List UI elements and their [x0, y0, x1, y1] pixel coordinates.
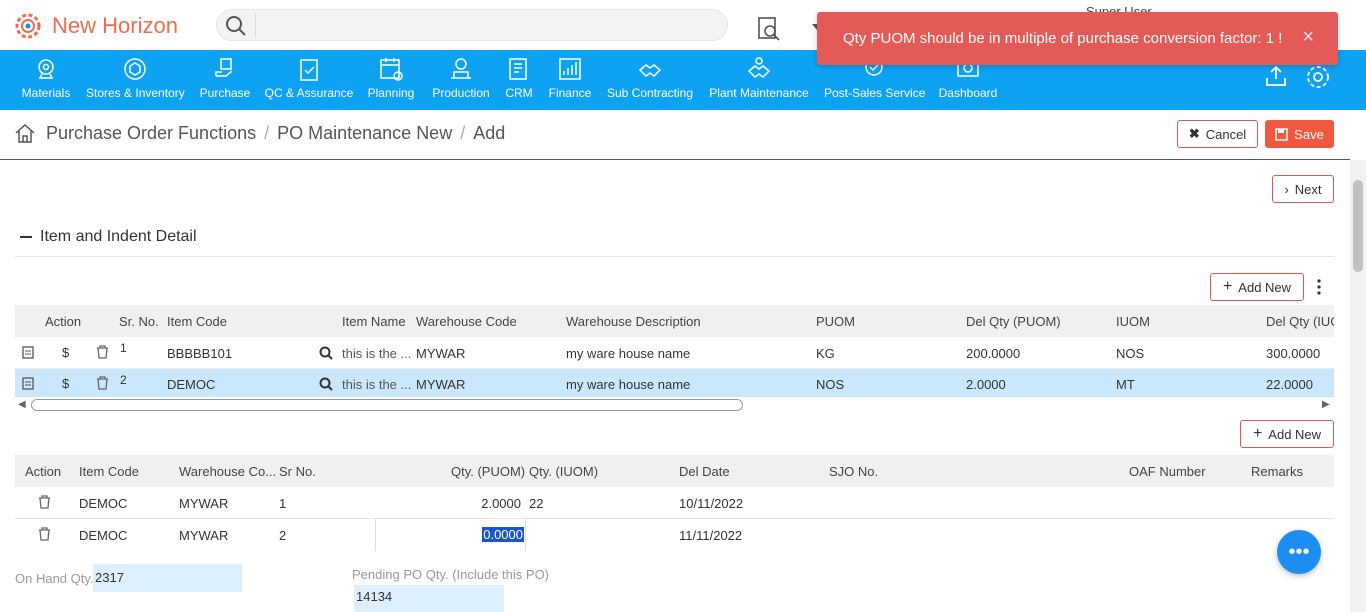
error-toast: Qty PUOM should be in multiple of purcha…	[817, 12, 1338, 65]
item-table: Action Sr. No. Item Code Item Name Wareh…	[15, 305, 1334, 397]
app-name: New Horizon	[52, 13, 178, 38]
nav-purchase[interactable]: Purchase	[198, 54, 252, 106]
breadcrumb-separator: /	[460, 122, 466, 143]
page-scrollbar[interactable]	[1350, 160, 1366, 612]
trash-icon[interactable]	[96, 345, 109, 359]
trash-icon[interactable]	[38, 495, 51, 509]
scroll-left-icon[interactable]: ◀	[18, 399, 26, 410]
nav-materials[interactable]: Materials	[18, 54, 74, 106]
materials-icon	[38, 59, 54, 79]
add-new-item-button[interactable]: + Add New	[1210, 273, 1304, 301]
nav-qc[interactable]: QC & Assurance	[264, 54, 354, 106]
crm-icon	[509, 58, 527, 80]
nav-plant-maintenance[interactable]: Plant Maintenance	[708, 54, 810, 106]
nav-finance[interactable]: Finance	[546, 54, 594, 106]
trash-icon[interactable]	[38, 527, 51, 541]
search-divider	[255, 14, 256, 38]
app-logo[interactable]: New Horizon	[12, 10, 178, 42]
plus-icon: +	[1222, 278, 1233, 295]
section-divider	[15, 256, 1334, 257]
schedule-table: Action Item Code Warehouse Co... Sr No. …	[15, 455, 1334, 551]
breadcrumb-add: Add	[473, 122, 506, 143]
breadcrumb-purchase-order-functions[interactable]: Purchase Order Functions	[46, 123, 256, 144]
toast-close-icon[interactable]: ×	[1302, 26, 1314, 49]
home-icon[interactable]	[14, 122, 36, 144]
dollar-icon[interactable]: $	[62, 345, 69, 360]
breadcrumb: Purchase Order Functions / PO Maintenanc…	[14, 122, 505, 144]
close-icon: ✖	[1188, 126, 1200, 141]
search-icon	[226, 16, 246, 36]
stores-icon	[124, 58, 146, 80]
header-divider	[0, 159, 1350, 160]
hscroll-thumb[interactable]	[31, 399, 743, 411]
nav-planning[interactable]: Planning	[366, 54, 416, 106]
nav-stores[interactable]: Stores & Inventory	[86, 54, 185, 106]
qty-puom-input[interactable]: 0.0000	[375, 519, 526, 551]
add-new-schedule-button[interactable]: + Add New	[1240, 420, 1334, 448]
document-search-icon[interactable]	[756, 16, 782, 42]
save-button[interactable]: Save	[1265, 120, 1334, 148]
clipboard-icon[interactable]	[22, 376, 34, 390]
on-hand-qty-label: On Hand Qty.	[15, 571, 94, 586]
nav-subcontracting[interactable]: Sub Contracting	[606, 54, 694, 106]
nav-production[interactable]: Production	[430, 54, 492, 106]
on-hand-qty-field: 2317	[93, 564, 242, 592]
search-icon[interactable]	[319, 346, 333, 360]
settings-gear-icon[interactable]	[1305, 64, 1331, 90]
subcontracting-icon	[638, 64, 662, 77]
planning-icon	[380, 58, 403, 81]
scroll-right-icon[interactable]: ▶	[1322, 399, 1330, 410]
pending-po-qty-field: 14134	[354, 585, 504, 612]
upload-icon[interactable]	[1264, 64, 1288, 88]
plus-icon: +	[1252, 425, 1263, 442]
toast-message: Qty PUOM should be in multiple of purcha…	[843, 30, 1283, 47]
item-table-header: Action Sr. No. Item Code Item Name Wareh…	[15, 305, 1334, 337]
section-title: Item and Indent Detail	[40, 228, 197, 245]
section-header[interactable]: Item and Indent Detail	[20, 228, 197, 246]
production-icon	[451, 58, 471, 79]
nav-crm[interactable]: CRM	[504, 54, 534, 106]
collapse-icon[interactable]	[20, 236, 32, 238]
table-row-selected[interactable]: $ 2 DEMOC this is the ... MYWAR my ware …	[15, 369, 1334, 397]
schedule-table-header: Action Item Code Warehouse Co... Sr No. …	[15, 455, 1334, 487]
breadcrumb-po-maintenance[interactable]: PO Maintenance New	[277, 123, 452, 144]
trash-icon[interactable]	[96, 376, 109, 390]
floppy-icon	[1275, 127, 1288, 141]
next-button[interactable]: › Next	[1272, 175, 1334, 203]
page-scrollbar-thumb[interactable]	[1353, 180, 1363, 272]
dollar-icon[interactable]: $	[62, 376, 69, 391]
item-table-hscroll[interactable]: ◀ ▶	[15, 397, 1334, 413]
cancel-button[interactable]: ✖ Cancel	[1177, 120, 1258, 148]
purchase-icon	[215, 58, 233, 77]
pending-po-qty-label: Pending PO Qty. (Include this PO)	[352, 567, 550, 582]
clipboard-icon[interactable]	[22, 345, 34, 359]
more-options-icon[interactable]	[1316, 279, 1322, 295]
search-icon[interactable]	[319, 377, 333, 391]
breadcrumb-separator: /	[264, 122, 270, 143]
maintenance-icon	[747, 57, 771, 78]
table-row[interactable]: DEMOC MYWAR 2 0.0000 11/11/2022	[15, 519, 1334, 551]
table-row[interactable]: $ 1 BBBBB101 this is the ... MYWAR my wa…	[15, 337, 1334, 369]
global-search[interactable]	[216, 9, 728, 41]
table-row[interactable]: DEMOC MYWAR 1 2.0000 22 10/11/2022	[15, 487, 1334, 519]
chevron-right-icon: ›	[1284, 181, 1289, 197]
logo-gear-icon	[15, 13, 41, 39]
qc-icon	[300, 59, 318, 81]
chat-bubble-icon[interactable]: •••	[1277, 530, 1321, 574]
finance-icon	[559, 58, 581, 80]
